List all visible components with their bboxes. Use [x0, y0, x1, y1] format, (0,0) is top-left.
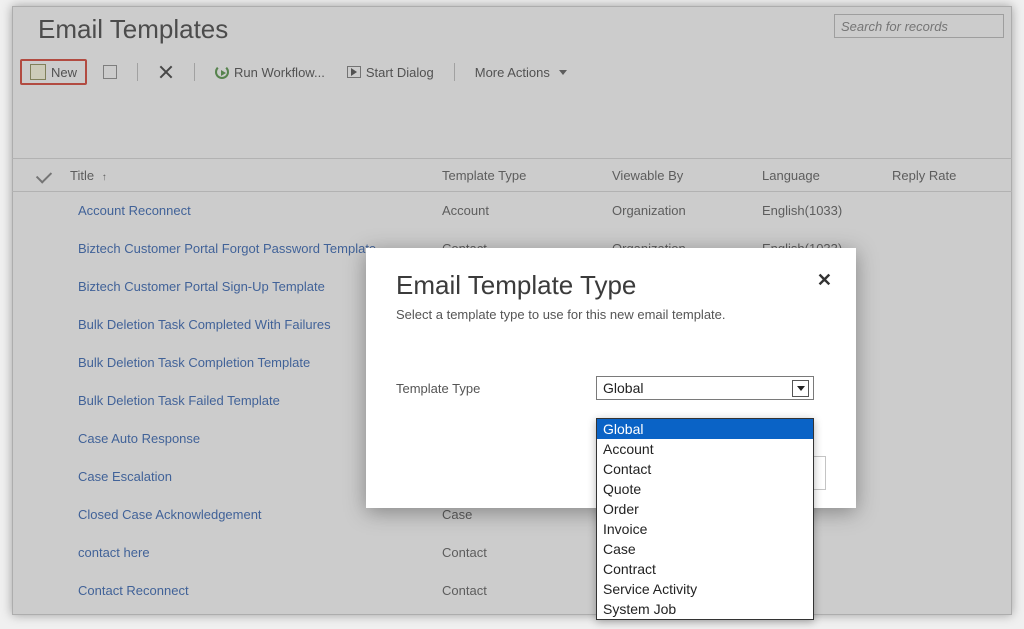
- dialog-icon: [347, 66, 361, 78]
- search-input[interactable]: Search for records: [834, 14, 1004, 38]
- column-template-type[interactable]: Template Type: [442, 168, 612, 183]
- page-title: Email Templates: [38, 14, 228, 45]
- run-workflow-button[interactable]: Run Workflow...: [209, 62, 331, 83]
- dialog-title: Email Template Type: [396, 270, 826, 301]
- dialog-subtitle: Select a template type to use for this n…: [396, 307, 826, 322]
- dropdown-option[interactable]: Service Activity: [597, 579, 813, 599]
- dropdown-option[interactable]: Order: [597, 499, 813, 519]
- row-type: Contact: [442, 545, 612, 560]
- toolbar: New Run Workflow... Start Dialog More Ac…: [12, 54, 1012, 90]
- column-viewable-by[interactable]: Viewable By: [612, 168, 762, 183]
- select-dropdown-button[interactable]: [792, 380, 809, 397]
- select-value: Global: [603, 380, 643, 396]
- row-title-link[interactable]: contact here: [60, 545, 442, 560]
- delete-button[interactable]: [152, 61, 180, 83]
- close-button[interactable]: ✕: [817, 270, 832, 291]
- separator: [194, 63, 195, 81]
- column-reply-rate[interactable]: Reply Rate: [892, 168, 1012, 183]
- column-title[interactable]: Title ↑: [60, 168, 442, 183]
- chevron-down-icon: [559, 70, 567, 75]
- chevron-down-icon: [797, 386, 805, 391]
- search-placeholder: Search for records: [841, 19, 948, 34]
- template-type-label: Template Type: [396, 381, 596, 396]
- run-workflow-label: Run Workflow...: [234, 65, 325, 80]
- template-type-dropdown: Global Account Contact Quote Order Invoi…: [596, 418, 814, 620]
- delete-icon: [158, 64, 174, 80]
- separator: [454, 63, 455, 81]
- dropdown-option[interactable]: Account: [597, 439, 813, 459]
- grid-header: Title ↑ Template Type Viewable By Langua…: [12, 158, 1012, 192]
- row-title-link[interactable]: Contact Reconnect: [60, 583, 442, 598]
- select-all-checkbox[interactable]: [12, 171, 60, 180]
- start-dialog-label: Start Dialog: [366, 65, 434, 80]
- row-type: Case: [442, 507, 612, 522]
- assign-icon: [103, 65, 117, 79]
- dropdown-option[interactable]: Global: [597, 419, 813, 439]
- column-title-label: Title: [70, 168, 94, 183]
- row-type: Account: [442, 203, 612, 218]
- table-row[interactable]: Account ReconnectAccountOrganizationEngl…: [12, 192, 1012, 230]
- row-title-link[interactable]: Closed Case Acknowledgement: [60, 507, 442, 522]
- row-language: English(1033): [762, 203, 892, 218]
- dropdown-option[interactable]: Contact: [597, 459, 813, 479]
- separator: [137, 63, 138, 81]
- new-icon: [30, 64, 46, 80]
- new-label: New: [51, 65, 77, 80]
- row-title-link[interactable]: Account Reconnect: [60, 203, 442, 218]
- dropdown-option[interactable]: System Job: [597, 599, 813, 619]
- dropdown-option[interactable]: Quote: [597, 479, 813, 499]
- start-dialog-button[interactable]: Start Dialog: [341, 62, 440, 83]
- sort-asc-icon: ↑: [102, 172, 107, 183]
- close-icon: ✕: [817, 270, 832, 290]
- toolbar-secondary-button[interactable]: [97, 62, 123, 82]
- dropdown-option[interactable]: Contract: [597, 559, 813, 579]
- template-type-select[interactable]: Global: [596, 376, 814, 400]
- column-language[interactable]: Language: [762, 168, 892, 183]
- dropdown-option[interactable]: Case: [597, 539, 813, 559]
- workflow-icon: [215, 65, 229, 79]
- row-type: Contact: [442, 583, 612, 598]
- dropdown-option[interactable]: Invoice: [597, 519, 813, 539]
- table-row[interactable]: contact hereContacth(1033): [12, 534, 1012, 572]
- more-actions-button[interactable]: More Actions: [469, 62, 573, 83]
- row-viewable: Organization: [612, 203, 762, 218]
- table-row[interactable]: Contact ReconnectContacth(1033): [12, 572, 1012, 610]
- new-button[interactable]: New: [20, 59, 87, 85]
- more-actions-label: More Actions: [475, 65, 550, 80]
